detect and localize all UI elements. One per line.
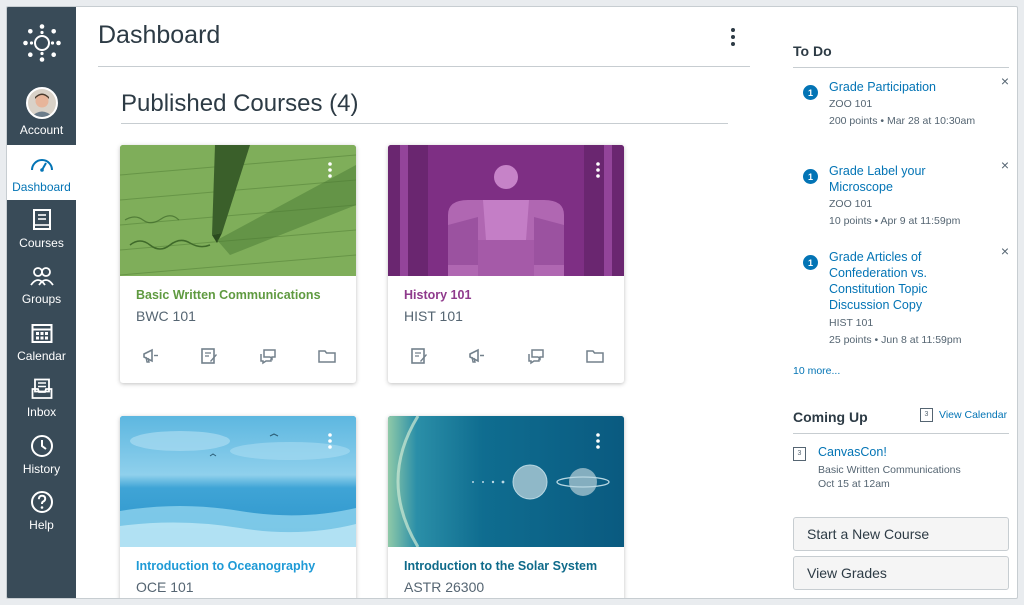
files-folder-icon[interactable] [316,345,338,367]
event-course: Basic Written Communications [818,464,961,476]
todo-item: 1 Grade Articles of Confederation vs. Co… [793,249,1009,349]
event-title-link[interactable]: CanvasCon! [818,445,887,459]
todo-meta: 200 points • Mar 28 at 10:30am [829,114,979,128]
nav-courses-label: Courses [19,236,64,250]
clock-icon [29,433,55,459]
course-card-name[interactable]: History 101 [404,288,471,302]
todo-course: ZOO 101 [829,198,872,210]
more-todos-link[interactable]: 10 more... [793,365,840,377]
todo-item: 1 Grade Label your Microscope × ZOO 101 … [793,163,1009,233]
card-options-kebab-icon[interactable] [322,430,338,452]
course-card-image[interactable] [120,145,356,276]
dashboard-options-kebab-icon[interactable] [721,25,745,49]
course-card-actions [388,345,624,373]
title-divider [98,66,750,67]
coming-up-heading: Coming Up [793,409,868,425]
todo-count-badge: 1 [803,85,818,100]
start-new-course-button[interactable]: Start a New Course [793,517,1009,551]
course-card-image[interactable] [120,416,356,547]
course-card[interactable]: History 101 HIST 101 [388,145,624,383]
discussions-icon[interactable] [257,345,279,367]
nav-calendar[interactable]: Calendar [7,313,76,370]
page-title: Dashboard [98,21,220,50]
card-options-kebab-icon[interactable] [590,159,606,181]
inbox-icon [29,376,55,402]
todo-count-badge: 1 [803,255,818,270]
nav-history-label: History [23,462,60,476]
course-card-name[interactable]: Introduction to the Solar System [404,559,597,573]
assignments-icon[interactable] [408,345,430,367]
view-calendar-link[interactable]: 3 View Calendar [920,408,1007,422]
calendar-event-icon: 3 [793,447,806,461]
discussions-icon[interactable] [525,345,547,367]
files-folder-icon[interactable] [584,345,606,367]
course-card-actions [120,345,356,373]
close-icon[interactable]: × [1001,73,1009,89]
nav-inbox[interactable]: Inbox [7,370,76,427]
course-card[interactable]: Basic Written Communications BWC 101 [120,145,356,383]
close-icon[interactable]: × [1001,157,1009,173]
course-card-image[interactable] [388,145,624,276]
announcements-icon[interactable] [466,345,488,367]
nav-inbox-label: Inbox [27,405,56,419]
todo-heading: To Do [793,43,832,59]
canvas-logo-icon [22,23,62,63]
card-options-kebab-icon[interactable] [590,430,606,452]
nav-dashboard[interactable]: Dashboard [7,145,76,200]
nav-help[interactable]: Help [7,483,76,540]
view-grades-button[interactable]: View Grades [793,556,1009,590]
nav-account[interactable]: Account [7,79,76,145]
calendar-icon [29,320,55,346]
todo-item: 1 Grade Participation × ZOO 101 200 poin… [793,79,1009,149]
published-courses-heading: Published Courses (4) [121,90,358,118]
todo-count-badge: 1 [803,169,818,184]
course-card-name[interactable]: Basic Written Communications [136,288,321,302]
todo-course: HIST 101 [829,317,873,329]
nav-courses[interactable]: Courses [7,200,76,257]
card-options-kebab-icon[interactable] [322,159,338,181]
nav-groups-label: Groups [22,292,61,306]
todo-title-link[interactable]: Grade Participation [829,79,979,95]
course-card-name[interactable]: Introduction to Oceanography [136,559,315,573]
course-card[interactable]: Introduction to Oceanography OCE 101 [120,416,356,599]
announcements-icon[interactable] [140,345,162,367]
close-icon[interactable]: × [1001,243,1009,259]
nav-help-label: Help [29,518,54,532]
global-nav: Account Dashboard Courses Groups Calenda [7,7,76,598]
todo-title-link[interactable]: Grade Articles of Confederation vs. Cons… [829,249,949,313]
nav-calendar-label: Calendar [17,349,66,363]
todo-divider [793,67,1009,68]
canvas-logo[interactable] [7,7,76,79]
todo-course: ZOO 101 [829,98,872,110]
coming-up-divider [793,433,1009,434]
course-card[interactable]: Introduction to the Solar System ASTR 26… [388,416,624,599]
people-icon [29,263,55,289]
help-icon [29,489,55,515]
assignments-icon[interactable] [198,345,220,367]
calendar-day-icon: 3 [920,408,933,422]
todo-title-link[interactable]: Grade Label your Microscope [829,163,947,195]
event-date: Oct 15 at 12am [818,478,890,490]
main-content: Dashboard Published Courses (4) [76,7,766,598]
right-sidebar: To Do 1 Grade Participation × ZOO 101 20… [793,7,1011,598]
nav-groups[interactable]: Groups [7,257,76,314]
todo-meta: 10 points • Apr 9 at 11:59pm [829,214,979,228]
view-calendar-label: View Calendar [939,409,1007,421]
course-card-code: OCE 101 [136,579,194,595]
course-card-code: HIST 101 [404,308,463,324]
course-card-image[interactable] [388,416,624,547]
todo-meta: 25 points • Jun 8 at 11:59pm [829,333,979,347]
nav-dashboard-label: Dashboard [12,180,71,194]
app-frame: Account Dashboard Courses Groups Calenda [6,6,1018,599]
nav-account-label: Account [20,123,63,137]
nav-history[interactable]: History [7,426,76,483]
section-divider [121,123,728,124]
book-icon [29,207,55,233]
avatar [26,87,58,119]
course-card-code: ASTR 26300 [404,579,484,595]
course-card-code: BWC 101 [136,308,196,324]
dashboard-gauge-icon [29,151,55,177]
